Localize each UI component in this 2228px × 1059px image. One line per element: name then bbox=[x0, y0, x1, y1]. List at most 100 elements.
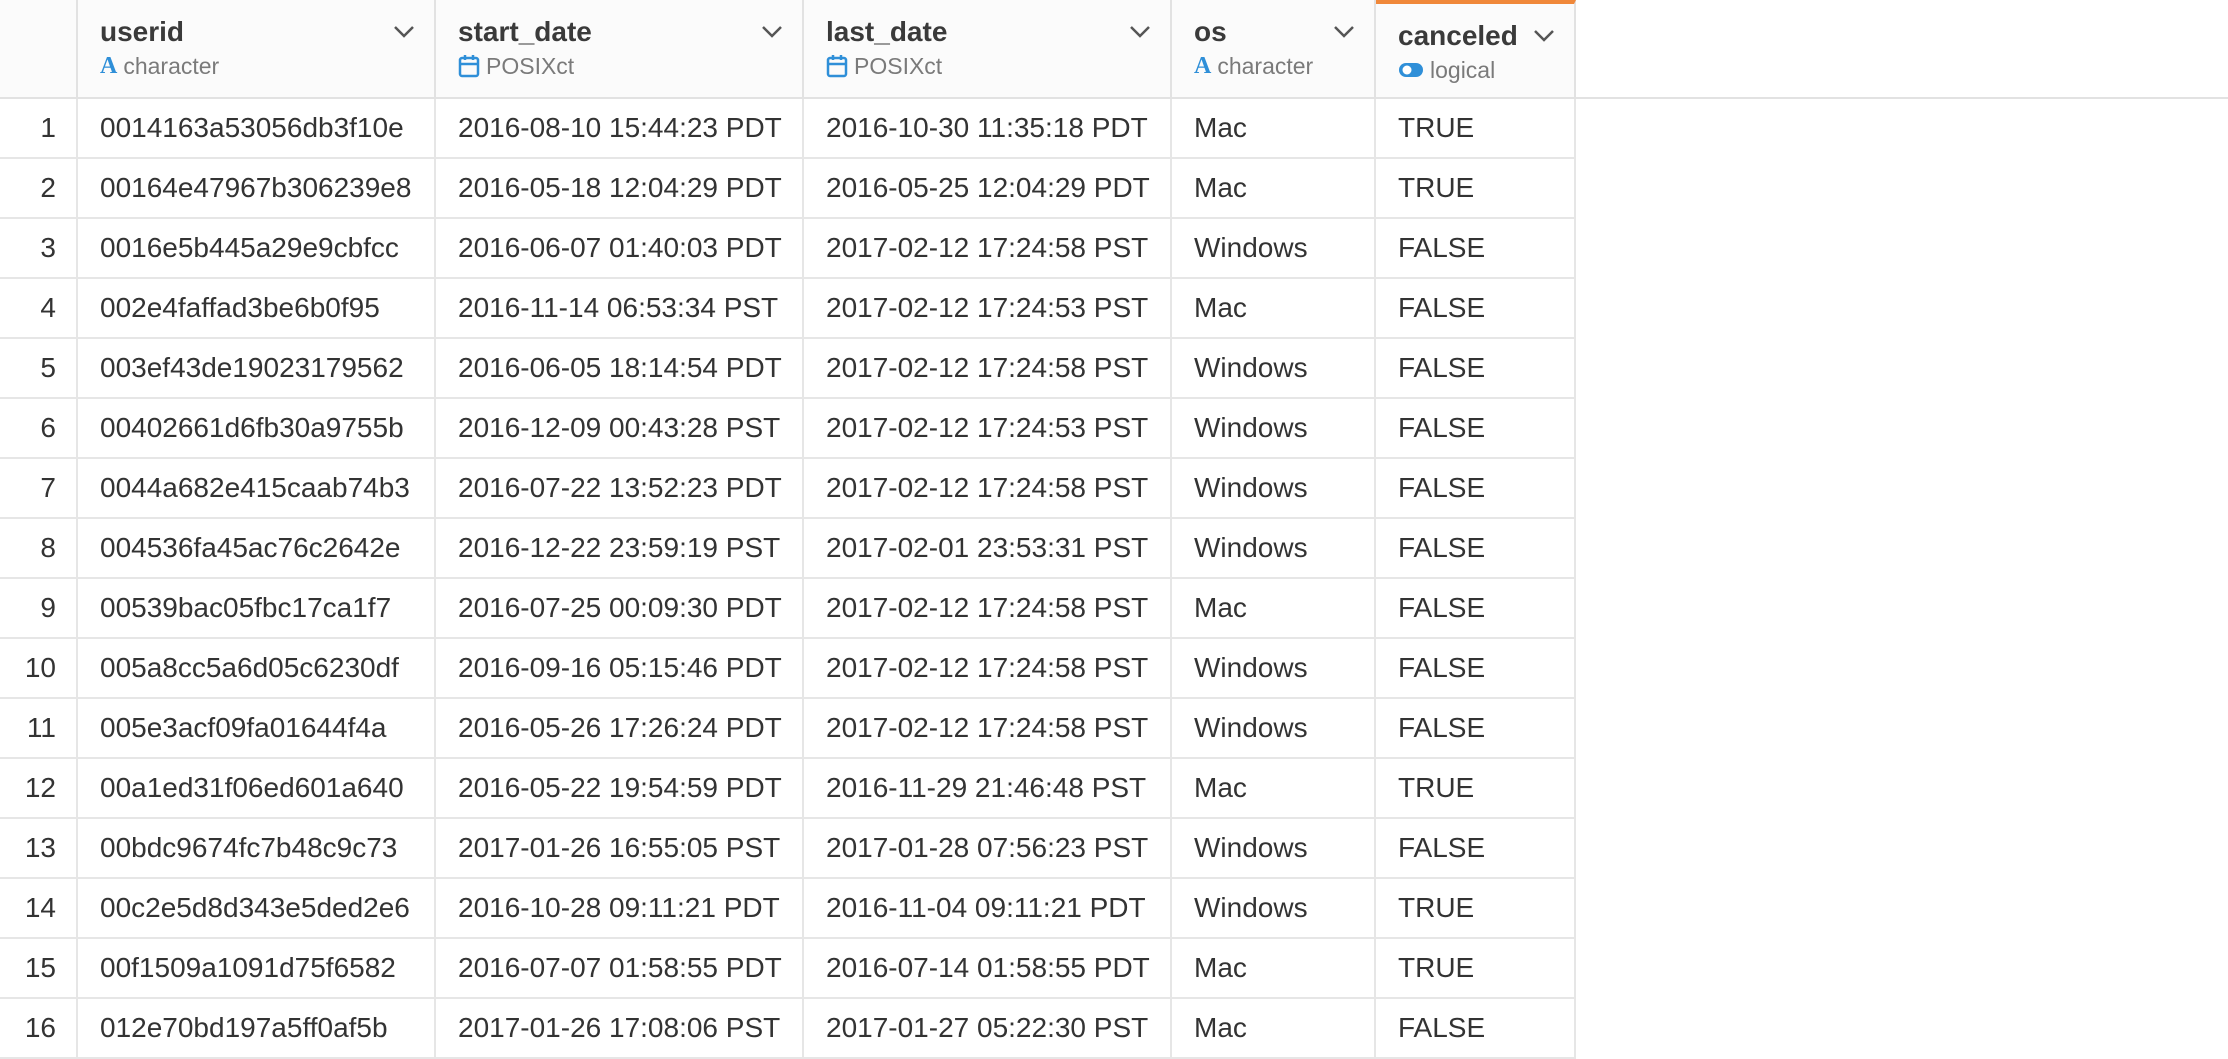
cell-start-date[interactable]: 2016-12-22 23:59:19 PST bbox=[436, 519, 804, 577]
cell-last-date[interactable]: 2017-02-01 23:53:31 PST bbox=[804, 519, 1172, 577]
chevron-down-icon[interactable] bbox=[392, 22, 416, 42]
cell-userid[interactable]: 005e3acf09fa01644f4a bbox=[78, 699, 436, 757]
cell-canceled[interactable]: FALSE bbox=[1376, 639, 1576, 697]
row-number[interactable]: 16 bbox=[0, 999, 78, 1057]
cell-start-date[interactable]: 2016-11-14 06:53:34 PST bbox=[436, 279, 804, 337]
table-row[interactable]: 15 00f1509a1091d75f6582 2016-07-07 01:58:5… bbox=[0, 939, 1576, 999]
cell-start-date[interactable]: 2017-01-26 16:55:05 PST bbox=[436, 819, 804, 877]
cell-userid[interactable]: 0044a682e415caab74b3 bbox=[78, 459, 436, 517]
row-number[interactable]: 2 bbox=[0, 159, 78, 217]
cell-os[interactable]: Mac bbox=[1172, 939, 1376, 997]
cell-start-date[interactable]: 2016-08-10 15:44:23 PDT bbox=[436, 99, 804, 157]
column-header-canceled[interactable]: canceled logical bbox=[1376, 0, 1576, 97]
table-row[interactable]: 3 0016e5b445a29e9cbfcc 2016-06-07 01:40:03… bbox=[0, 219, 1576, 279]
cell-userid[interactable]: 004536fa45ac76c2642e bbox=[78, 519, 436, 577]
cell-os[interactable]: Windows bbox=[1172, 399, 1376, 457]
cell-userid[interactable]: 00164e47967b306239e8 bbox=[78, 159, 436, 217]
row-number[interactable]: 13 bbox=[0, 819, 78, 877]
cell-canceled[interactable]: FALSE bbox=[1376, 819, 1576, 877]
cell-os[interactable]: Mac bbox=[1172, 159, 1376, 217]
cell-canceled[interactable]: TRUE bbox=[1376, 939, 1576, 997]
table-row[interactable]: 9 00539bac05fbc17ca1f7 2016-07-25 00:09:30… bbox=[0, 579, 1576, 639]
row-number[interactable]: 11 bbox=[0, 699, 78, 757]
cell-last-date[interactable]: 2017-02-12 17:24:53 PST bbox=[804, 399, 1172, 457]
table-row[interactable]: 6 00402661d6fb30a9755b 2016-12-09 00:43:28… bbox=[0, 399, 1576, 459]
cell-userid[interactable]: 00a1ed31f06ed601a640 bbox=[78, 759, 436, 817]
row-number[interactable]: 14 bbox=[0, 879, 78, 937]
cell-last-date[interactable]: 2017-01-27 05:22:30 PST bbox=[804, 999, 1172, 1057]
table-row[interactable]: 8 004536fa45ac76c2642e 2016-12-22 23:59:19… bbox=[0, 519, 1576, 579]
chevron-down-icon[interactable] bbox=[1128, 22, 1152, 42]
row-number[interactable]: 8 bbox=[0, 519, 78, 577]
cell-userid[interactable]: 005a8cc5a6d05c6230df bbox=[78, 639, 436, 697]
cell-start-date[interactable]: 2017-01-26 17:08:06 PST bbox=[436, 999, 804, 1057]
cell-last-date[interactable]: 2017-02-12 17:24:53 PST bbox=[804, 279, 1172, 337]
cell-os[interactable]: Windows bbox=[1172, 879, 1376, 937]
cell-userid[interactable]: 003ef43de19023179562 bbox=[78, 339, 436, 397]
cell-start-date[interactable]: 2016-06-07 01:40:03 PDT bbox=[436, 219, 804, 277]
row-number[interactable]: 9 bbox=[0, 579, 78, 637]
column-header-start-date[interactable]: start_date POSIXct bbox=[436, 0, 804, 97]
cell-last-date[interactable]: 2016-05-25 12:04:29 PDT bbox=[804, 159, 1172, 217]
cell-canceled[interactable]: FALSE bbox=[1376, 699, 1576, 757]
cell-os[interactable]: Mac bbox=[1172, 999, 1376, 1057]
table-row[interactable]: 5 003ef43de19023179562 2016-06-05 18:14:54… bbox=[0, 339, 1576, 399]
cell-last-date[interactable]: 2017-01-28 07:56:23 PST bbox=[804, 819, 1172, 877]
cell-start-date[interactable]: 2016-07-25 00:09:30 PDT bbox=[436, 579, 804, 637]
cell-os[interactable]: Windows bbox=[1172, 819, 1376, 877]
chevron-down-icon[interactable] bbox=[1532, 26, 1556, 46]
cell-os[interactable]: Windows bbox=[1172, 219, 1376, 277]
row-number[interactable]: 10 bbox=[0, 639, 78, 697]
cell-os[interactable]: Windows bbox=[1172, 639, 1376, 697]
cell-userid[interactable]: 00bdc9674fc7b48c9c73 bbox=[78, 819, 436, 877]
row-number[interactable]: 5 bbox=[0, 339, 78, 397]
cell-last-date[interactable]: 2016-11-29 21:46:48 PST bbox=[804, 759, 1172, 817]
cell-last-date[interactable]: 2017-02-12 17:24:58 PST bbox=[804, 459, 1172, 517]
cell-canceled[interactable]: FALSE bbox=[1376, 519, 1576, 577]
table-row[interactable]: 16 012e70bd197a5ff0af5b 2017-01-26 17:08:0… bbox=[0, 999, 1576, 1059]
cell-canceled[interactable]: FALSE bbox=[1376, 579, 1576, 637]
cell-os[interactable]: Windows bbox=[1172, 339, 1376, 397]
cell-last-date[interactable]: 2016-07-14 01:58:55 PDT bbox=[804, 939, 1172, 997]
cell-userid[interactable]: 002e4faffad3be6b0f95 bbox=[78, 279, 436, 337]
column-header-last-date[interactable]: last_date POSIXct bbox=[804, 0, 1172, 97]
table-row[interactable]: 13 00bdc9674fc7b48c9c73 2017-01-26 16:55:0… bbox=[0, 819, 1576, 879]
table-row[interactable]: 12 00a1ed31f06ed601a640 2016-05-22 19:54:5… bbox=[0, 759, 1576, 819]
cell-canceled[interactable]: TRUE bbox=[1376, 159, 1576, 217]
cell-canceled[interactable]: FALSE bbox=[1376, 279, 1576, 337]
cell-userid[interactable]: 012e70bd197a5ff0af5b bbox=[78, 999, 436, 1057]
cell-start-date[interactable]: 2016-05-18 12:04:29 PDT bbox=[436, 159, 804, 217]
cell-canceled[interactable]: TRUE bbox=[1376, 759, 1576, 817]
cell-canceled[interactable]: FALSE bbox=[1376, 399, 1576, 457]
chevron-down-icon[interactable] bbox=[760, 22, 784, 42]
cell-last-date[interactable]: 2017-02-12 17:24:58 PST bbox=[804, 219, 1172, 277]
cell-userid[interactable]: 00402661d6fb30a9755b bbox=[78, 399, 436, 457]
cell-start-date[interactable]: 2016-10-28 09:11:21 PDT bbox=[436, 879, 804, 937]
table-row[interactable]: 4 002e4faffad3be6b0f95 2016-11-14 06:53:34… bbox=[0, 279, 1576, 339]
row-number[interactable]: 6 bbox=[0, 399, 78, 457]
cell-canceled[interactable]: TRUE bbox=[1376, 99, 1576, 157]
chevron-down-icon[interactable] bbox=[1332, 22, 1356, 42]
cell-os[interactable]: Mac bbox=[1172, 279, 1376, 337]
cell-last-date[interactable]: 2017-02-12 17:24:58 PST bbox=[804, 699, 1172, 757]
table-row[interactable]: 2 00164e47967b306239e8 2016-05-18 12:04:29… bbox=[0, 159, 1576, 219]
cell-canceled[interactable]: FALSE bbox=[1376, 219, 1576, 277]
table-row[interactable]: 10 005a8cc5a6d05c6230df 2016-09-16 05:15:4… bbox=[0, 639, 1576, 699]
cell-userid[interactable]: 00c2e5d8d343e5ded2e6 bbox=[78, 879, 436, 937]
row-number[interactable]: 3 bbox=[0, 219, 78, 277]
table-row[interactable]: 1 0014163a53056db3f10e 2016-08-10 15:44:23… bbox=[0, 99, 1576, 159]
table-row[interactable]: 11 005e3acf09fa01644f4a 2016-05-26 17:26:2… bbox=[0, 699, 1576, 759]
cell-start-date[interactable]: 2016-05-22 19:54:59 PDT bbox=[436, 759, 804, 817]
cell-last-date[interactable]: 2017-02-12 17:24:58 PST bbox=[804, 639, 1172, 697]
table-row[interactable]: 7 0044a682e415caab74b3 2016-07-22 13:52:23… bbox=[0, 459, 1576, 519]
cell-userid[interactable]: 00f1509a1091d75f6582 bbox=[78, 939, 436, 997]
cell-os[interactable]: Windows bbox=[1172, 459, 1376, 517]
cell-os[interactable]: Windows bbox=[1172, 519, 1376, 577]
column-header-os[interactable]: os A character bbox=[1172, 0, 1376, 97]
row-number[interactable]: 4 bbox=[0, 279, 78, 337]
cell-userid[interactable]: 0016e5b445a29e9cbfcc bbox=[78, 219, 436, 277]
table-row[interactable]: 14 00c2e5d8d343e5ded2e6 2016-10-28 09:11:2… bbox=[0, 879, 1576, 939]
cell-canceled[interactable]: FALSE bbox=[1376, 339, 1576, 397]
cell-canceled[interactable]: FALSE bbox=[1376, 999, 1576, 1057]
cell-os[interactable]: Windows bbox=[1172, 699, 1376, 757]
